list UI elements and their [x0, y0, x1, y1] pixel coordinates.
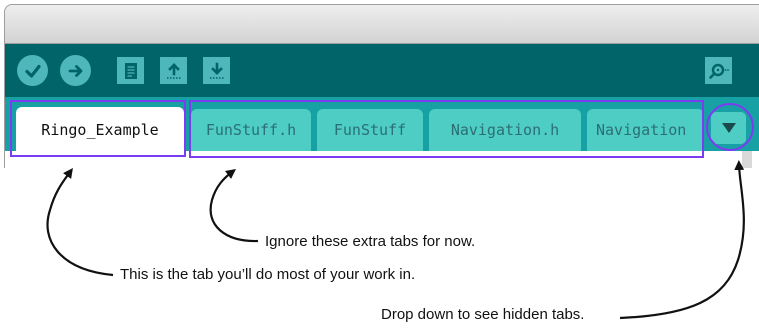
extra-tabs-callout: Ignore these extra tabs for now.	[265, 233, 476, 250]
main-tab-callout: This is the tab you’ll do most of your w…	[120, 266, 416, 283]
extra-tabs-arrow	[209, 168, 259, 243]
main-tab-arrow	[46, 167, 114, 277]
dropdown-arrow	[619, 160, 745, 320]
dropdown-callout: Drop down to see hidden tabs.	[381, 306, 585, 323]
